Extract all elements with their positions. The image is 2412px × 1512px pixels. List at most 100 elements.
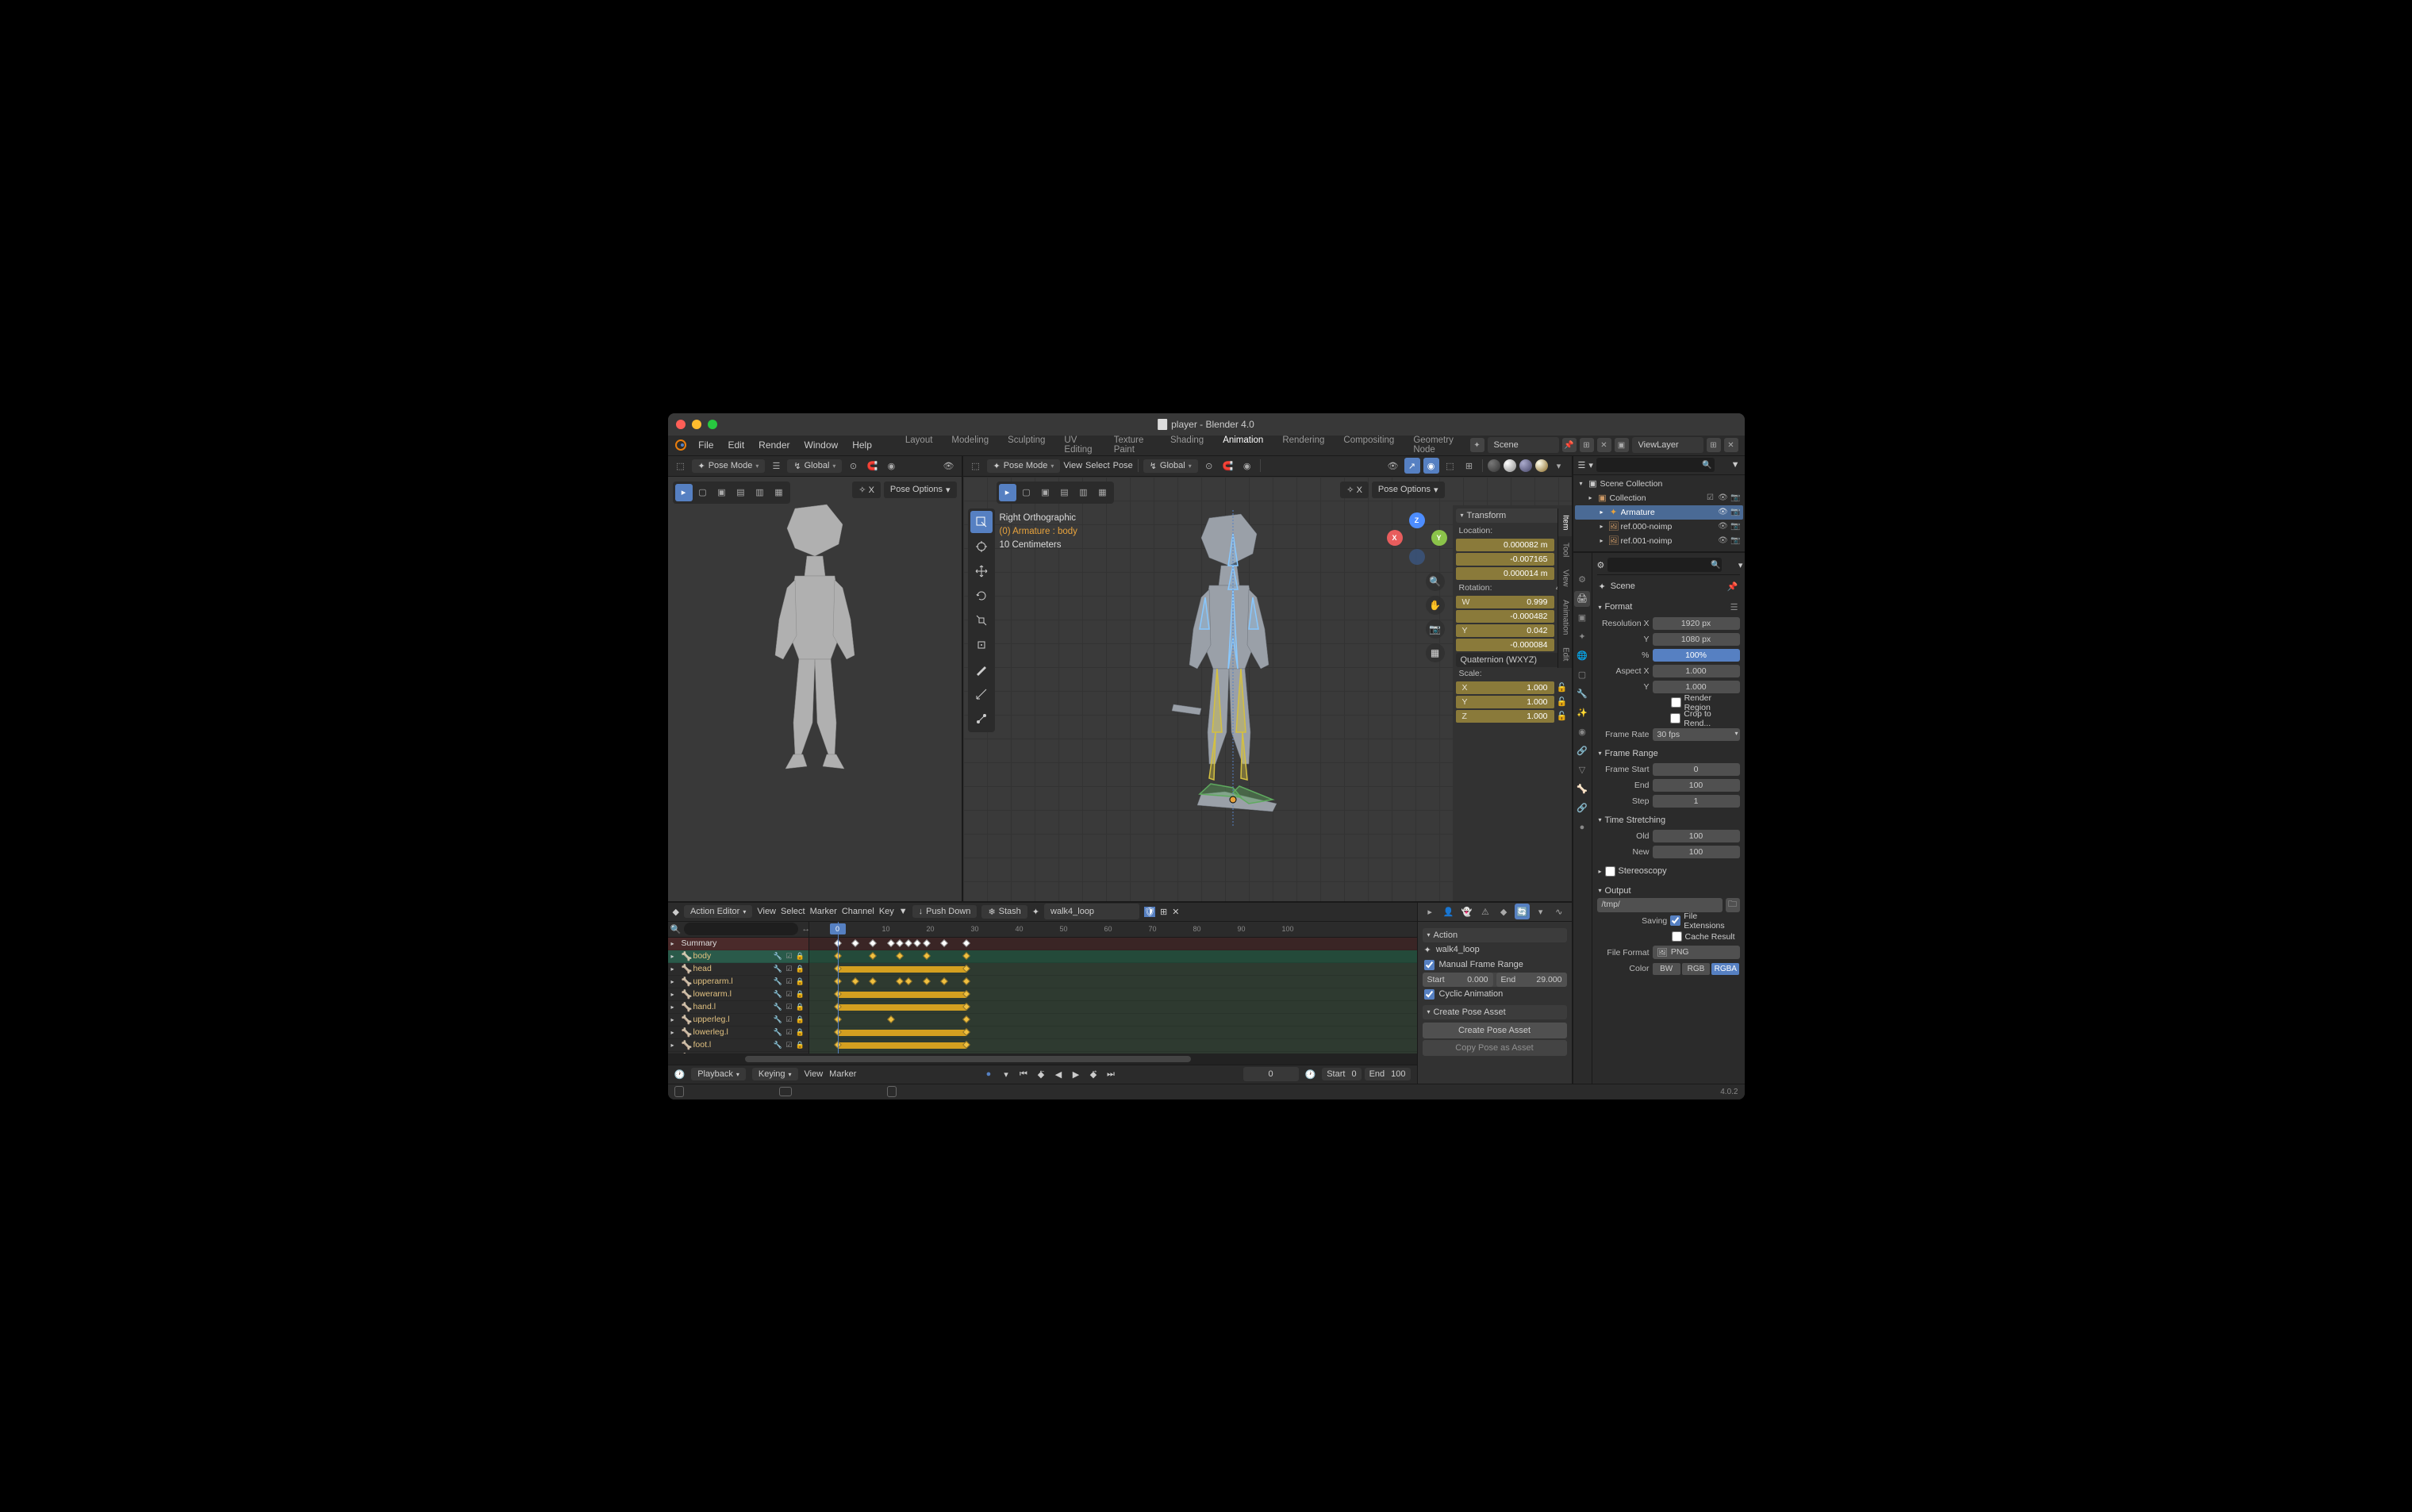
delete-viewlayer-icon[interactable]: ✕ xyxy=(1724,438,1738,452)
time-stretching-section[interactable]: ▾Time Stretching xyxy=(1597,813,1740,827)
track-row[interactable] xyxy=(809,950,1417,963)
res-pct-input[interactable]: 100% xyxy=(1653,649,1740,662)
shading-material-icon[interactable] xyxy=(1519,459,1532,472)
color-bw-button[interactable]: BW xyxy=(1653,963,1680,975)
scene-icon[interactable]: ✦ xyxy=(1470,438,1484,452)
channel-search-input[interactable] xyxy=(684,923,798,935)
outliner-item[interactable]: ▸✦Armature👁📷 xyxy=(1575,505,1743,520)
bone-constraint-tab-icon[interactable]: 🔗 xyxy=(1574,800,1590,816)
ds-menu-channel[interactable]: Channel xyxy=(842,907,874,916)
npanel-tab-animation[interactable]: Animation xyxy=(1557,593,1572,641)
fake-user-icon[interactable]: 🛡 xyxy=(1144,907,1155,917)
mirror-x-button-2[interactable]: ✧ X xyxy=(1340,482,1369,498)
select-box-tool-icon[interactable] xyxy=(970,511,993,533)
outliner-body[interactable]: ▾ ▣ Scene Collection ▸▣Collection☑👁📷▸✦Ar… xyxy=(1573,475,1745,551)
keyframe[interactable] xyxy=(923,939,931,947)
restrict-select-icon[interactable] xyxy=(1705,507,1716,518)
mute-icon[interactable]: ☑ xyxy=(785,989,794,999)
channel-row[interactable]: ▸🦴body🔧☑🔒 xyxy=(668,950,808,963)
res-x-input[interactable]: 1920 px xyxy=(1653,617,1740,630)
outliner-search-input[interactable] xyxy=(1596,458,1715,472)
gizmo-y-axis[interactable]: Y xyxy=(1431,530,1447,546)
new-action-icon[interactable]: ⊞ xyxy=(1160,907,1167,917)
track-row[interactable] xyxy=(809,988,1417,1001)
wrench-icon[interactable]: 🔧 xyxy=(774,964,783,973)
hamburger-icon[interactable]: ☰ xyxy=(768,458,784,474)
frame-end-input[interactable]: 100 xyxy=(1653,779,1740,792)
snap-icon-2[interactable]: 🧲 xyxy=(1220,458,1236,474)
channel-row[interactable]: ▸🦴lowerarm.l🔧☑🔒 xyxy=(668,988,808,1001)
keyframe[interactable] xyxy=(904,977,912,985)
output-section[interactable]: ▾Output xyxy=(1597,884,1740,898)
track-row[interactable] xyxy=(809,1039,1417,1052)
frame-start-input[interactable]: 0 xyxy=(1653,763,1740,776)
keyframe-bar[interactable] xyxy=(838,1042,966,1049)
res-y-input[interactable]: 1080 px xyxy=(1653,633,1740,646)
rotation-z-input[interactable]: -0.000084 xyxy=(1456,639,1554,651)
channel-row[interactable]: ▸🦴upperleg.l🔧☑🔒 xyxy=(668,1014,808,1027)
keyframe[interactable] xyxy=(923,977,931,985)
keyframe-bar[interactable] xyxy=(838,966,966,973)
physics-tab-icon[interactable]: ◉ xyxy=(1574,724,1590,740)
stash-button[interactable]: ❄Stash xyxy=(981,905,1027,919)
pin-icon[interactable]: 📌 xyxy=(1727,581,1738,592)
select-mode-4[interactable]: ▤ xyxy=(1056,484,1073,501)
wrench-icon[interactable]: 🔧 xyxy=(774,1002,783,1011)
mute-icon[interactable]: ☑ xyxy=(785,964,794,973)
rotation-y-input[interactable]: Y0.042 xyxy=(1456,624,1554,637)
menu-file[interactable]: File xyxy=(692,436,720,454)
tl-menu-marker[interactable]: Marker xyxy=(829,1069,856,1079)
create-pose-asset-button[interactable]: Create Pose Asset xyxy=(1423,1023,1567,1038)
select-mode-5[interactable]: ▥ xyxy=(1075,484,1093,501)
lock-icon[interactable]: 🔒 xyxy=(796,1027,805,1037)
new-viewlayer-icon[interactable]: ⊞ xyxy=(1707,438,1721,452)
channel-row[interactable]: ▸🦴upperarm.l🔧☑🔒 xyxy=(668,976,808,988)
keyframe[interactable] xyxy=(962,1015,970,1023)
keyframe[interactable] xyxy=(962,939,970,947)
timeline-scrollbar[interactable] xyxy=(668,1053,1417,1065)
ds-menu-key[interactable]: Key xyxy=(879,907,894,916)
viewport1-body[interactable]: ▸ ▢ ▣ ▤ ▥ ▦ ✧ X Pose Options ▾ xyxy=(668,477,962,901)
scale-tool-icon[interactable] xyxy=(970,609,993,631)
subtract-select-icon[interactable]: ▤ xyxy=(732,484,750,501)
lock-icon[interactable]: 🔒 xyxy=(796,1015,805,1024)
pose-options-button[interactable]: Pose Options ▾ xyxy=(884,482,957,498)
cursor-tool-icon-side[interactable] xyxy=(970,535,993,558)
shading-solid-icon[interactable] xyxy=(1504,459,1516,472)
properties-search-input[interactable] xyxy=(1607,558,1722,572)
transform-header[interactable]: ▾Transform xyxy=(1456,508,1569,523)
timeline-editor-icon[interactable]: 🕐 xyxy=(674,1069,686,1080)
play-reverse-icon[interactable]: ◀ xyxy=(1050,1067,1066,1081)
scene-selector[interactable] xyxy=(1488,437,1559,453)
location-y-input[interactable]: -0.007165 xyxy=(1456,553,1554,566)
wrench-icon[interactable]: 🔧 xyxy=(774,989,783,999)
playback-dropdown[interactable]: Playback▾ xyxy=(691,1068,746,1080)
color-rgb-button[interactable]: RGB xyxy=(1682,963,1710,975)
track-row[interactable] xyxy=(809,1001,1417,1014)
shading-rendered-icon[interactable] xyxy=(1535,459,1548,472)
warning-icon[interactable]: ⚠ xyxy=(1477,904,1492,919)
keyframe-prev-icon[interactable]: ◆⃖ xyxy=(1033,1067,1049,1081)
dopesheet-mode-dropdown[interactable]: Action Editor▾ xyxy=(684,905,752,918)
modifier-tab-icon[interactable]: 🔧 xyxy=(1574,686,1590,702)
transform-tool-icon[interactable] xyxy=(970,634,993,656)
new-scene-icon[interactable]: ⊞ xyxy=(1580,438,1594,452)
preview-range-icon[interactable]: 🕐 xyxy=(1305,1069,1316,1080)
current-frame-input[interactable]: 0 xyxy=(1243,1067,1299,1081)
material-tab-icon[interactable]: ● xyxy=(1574,819,1590,835)
props-type-icon[interactable]: ⚙ xyxy=(1597,560,1605,570)
pivot-icon[interactable]: ⊙ xyxy=(845,458,861,474)
track-row[interactable] xyxy=(809,963,1417,976)
lock-icon[interactable]: 🔒 xyxy=(796,951,805,961)
select-tool-icon[interactable]: ▸ xyxy=(1423,904,1438,919)
auto-key-mode-icon[interactable]: ▾ xyxy=(998,1067,1014,1081)
end-frame-input[interactable]: End100 xyxy=(1365,1068,1411,1080)
minimize-button[interactable] xyxy=(692,420,701,429)
menu-window[interactable]: Window xyxy=(798,436,845,454)
mute-icon[interactable]: ☑ xyxy=(785,1040,794,1050)
output-path-input[interactable]: /tmp/ xyxy=(1597,898,1723,912)
invert-select-icon[interactable]: ▦ xyxy=(770,484,788,501)
workspace-tab-layout[interactable]: Layout xyxy=(896,432,943,459)
keyframe[interactable] xyxy=(887,1015,895,1023)
push-down-button[interactable]: ↓Push Down xyxy=(912,905,977,918)
